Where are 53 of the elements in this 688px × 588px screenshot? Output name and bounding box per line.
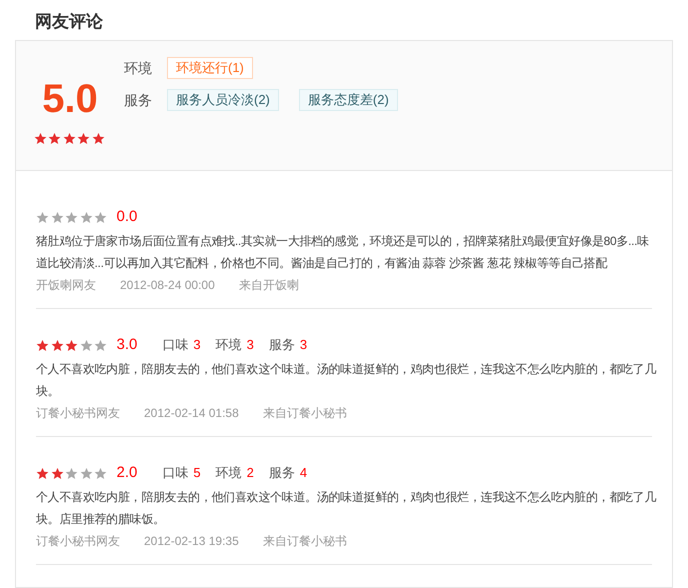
score-label: 口味 — [162, 464, 188, 482]
star-icon — [50, 338, 64, 352]
star-icon — [92, 132, 105, 145]
review-time: 2012-08-24 00:00 — [120, 277, 215, 294]
reviewer-name: 订餐小秘书网友 — [36, 405, 120, 422]
star-icon — [65, 466, 78, 480]
star-icon — [62, 132, 76, 145]
score-label: 服务 — [268, 336, 295, 354]
score-value: 4 — [300, 464, 308, 482]
star-icon — [65, 338, 78, 352]
score-label: 服务 — [268, 464, 295, 482]
reviewer-name: 开饭喇网友 — [36, 277, 96, 294]
star-icon — [80, 338, 92, 352]
score-value: 3 — [300, 336, 308, 354]
reviewer-name: 订餐小秘书网友 — [36, 533, 120, 550]
review-text: 个人不喜欢吃内脏，陪朋友去的，他们喜欢这个味道。汤的味道挺鲜的，鸡肉也很烂，连我这不怎么吃内脏的，都吃了几块。 — [36, 361, 658, 400]
star-icon — [94, 338, 107, 352]
star-icon — [36, 466, 49, 480]
section-title: 网友评论 — [34, 11, 103, 33]
aspect-label: 服务 — [124, 90, 153, 110]
overall-score: 5.0 — [42, 76, 98, 123]
review-text: 猪肚鸡位于唐家市场后面位置有点难找..其实就一大排档的感觉，环境还是可以的，招牌菜猪肚鸡最便宜好像是80多...味道比较清淡...可以再加入其它配料，价格也不同。酱油是自己打的，有酱油 蒜蓉 沙茶酱 葱花 辣椒等等自己搭配 — [36, 233, 650, 272]
review-time: 2012-02-13 19:35 — [144, 533, 239, 550]
review-tag[interactable]: 服务人员冷淡(2) — [167, 89, 279, 111]
review-source: 来自订餐小秘书 — [262, 533, 347, 550]
score-label: 环境 — [216, 464, 242, 482]
star-icon — [94, 466, 107, 480]
aspect-label: 环境 — [124, 58, 153, 78]
review-score: 2.0 — [116, 462, 138, 483]
score-value: 3 — [193, 336, 201, 354]
star-icon — [94, 210, 107, 224]
review-score: 3.0 — [116, 334, 138, 355]
review-time: 2012-02-14 01:58 — [144, 405, 239, 422]
score-value: 3 — [246, 336, 254, 354]
score-value: 2 — [246, 464, 254, 482]
score-label: 环境 — [216, 336, 242, 354]
star-icon — [65, 210, 78, 224]
star-icon — [80, 466, 92, 480]
review-source: 来自订餐小秘书 — [262, 405, 347, 422]
star-icon — [50, 466, 64, 480]
star-icon — [77, 132, 90, 145]
star-icon — [50, 210, 64, 224]
review-text: 个人不喜欢吃内脏，陪朋友去的，他们喜欢这个味道。汤的味道挺鲜的，鸡肉也很烂，连我这不怎么吃内脏的，都吃了几块。店里推荐的腊味饭。 — [36, 489, 658, 528]
star-icon — [48, 132, 62, 145]
score-label: 口味 — [162, 336, 188, 354]
review-score: 0.0 — [116, 206, 138, 227]
star-icon — [34, 132, 47, 145]
score-value: 5 — [193, 464, 201, 482]
star-icon — [36, 210, 49, 224]
review-tag[interactable]: 服务态度差(2) — [298, 89, 398, 111]
review-source: 来自开饭喇 — [238, 277, 299, 294]
star-icon — [80, 210, 92, 224]
star-icon — [36, 338, 49, 352]
